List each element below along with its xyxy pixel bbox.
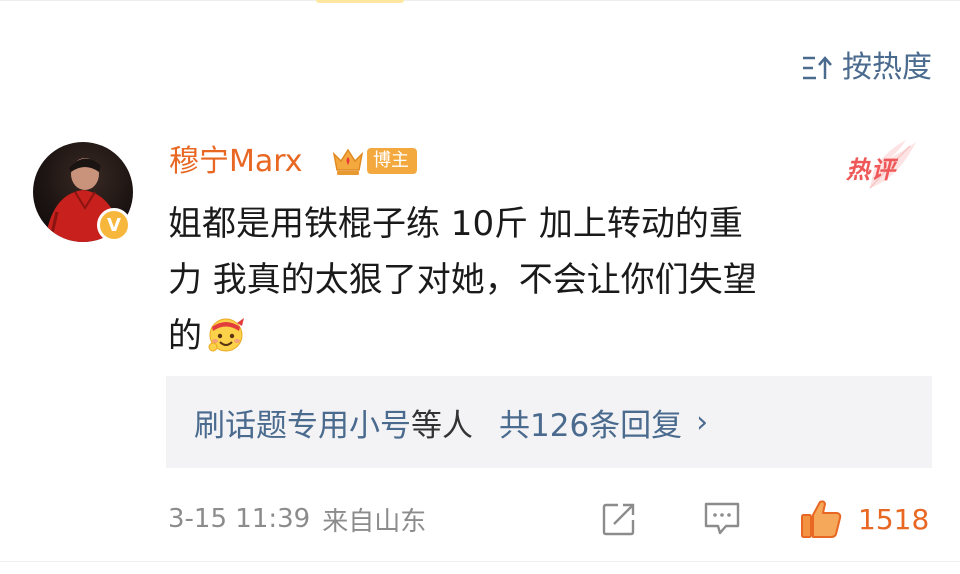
replies-preview-link[interactable]: 刷话题专用小号 等人 共126条回复 › — [166, 376, 932, 468]
like-button[interactable]: 1518 — [800, 496, 929, 542]
hot-comment-tag: 热评 — [840, 138, 920, 192]
comment-text-line: 力 我真的太狠了对她，不会让你们失望 — [168, 260, 757, 300]
sort-label: 按热度 — [842, 50, 932, 85]
comment-text-end: 的 — [168, 316, 202, 356]
top-divider — [0, 0, 960, 1]
sort-by-hot-button[interactable]: 按热度 — [802, 48, 932, 88]
username[interactable]: 穆宁Marx — [169, 142, 303, 182]
share-icon — [602, 503, 635, 536]
comment-text: 姐都是用铁棍子练 10斤 加上转动的重 力 我真的太狠了对她，不会让你们失望 的 — [168, 196, 928, 364]
badge-label: 博主 — [367, 148, 417, 174]
comment-source: 来自山东 — [322, 506, 427, 537]
cheer-emoji-icon — [208, 318, 244, 352]
blogger-badge: 博主 — [331, 142, 417, 180]
top-tab-highlight — [316, 0, 404, 3]
comment-text-line: 姐都是用铁棍子练 10斤 加上转动的重 — [168, 204, 743, 244]
comment-time: 3-15 11:39 — [168, 504, 311, 534]
reply-author-name[interactable]: 刷话题专用小号 — [194, 400, 411, 445]
comment-footer: 3-15 11:39 来自山东 1518 — [168, 494, 934, 544]
bottom-divider — [0, 561, 960, 562]
comment-icon — [704, 502, 740, 535]
sort-icon — [803, 56, 832, 80]
reply-others-label: 等人 — [411, 407, 473, 444]
like-count: 1518 — [858, 502, 930, 536]
share-button[interactable] — [600, 496, 638, 542]
verified-badge-icon: V — [97, 208, 131, 242]
thumbs-up-icon — [801, 500, 842, 538]
chevron-right-icon: › — [696, 404, 709, 440]
reply-count: 共126条回复 — [499, 407, 683, 444]
crown-icon — [332, 148, 364, 175]
comment-text-line: 的 — [168, 308, 928, 364]
hot-comment-label: 热评 — [846, 156, 896, 184]
reply-button[interactable] — [702, 496, 742, 542]
avatar[interactable]: V — [33, 142, 137, 246]
